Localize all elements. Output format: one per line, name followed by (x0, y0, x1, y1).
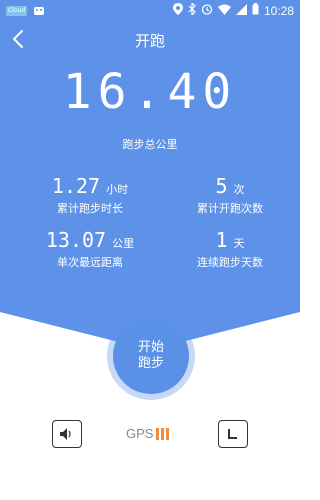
stat-cumulative-time: 1.27 小时 累计跑步时长 (30, 174, 150, 216)
signal-icon (235, 3, 247, 18)
lock-screen-button[interactable] (218, 420, 248, 448)
status-time: 10:28 (263, 3, 294, 18)
navigation-bar: 开跑 (0, 22, 300, 56)
stat-label: 单次最远距离 (57, 256, 123, 269)
stat-unit: 公里 (112, 237, 135, 250)
status-bar: Cloud 10:28 (0, 0, 300, 22)
gps-signal-icon (156, 427, 170, 440)
page-title: 开跑 (134, 33, 165, 50)
stat-label: 连续跑步天数 (197, 256, 263, 269)
status-badge: Cloud (6, 6, 28, 16)
battery-icon (252, 3, 259, 18)
stat-unit: 天 (233, 237, 245, 250)
start-button-line1: 开始 (137, 340, 164, 355)
android-icon (33, 4, 45, 19)
stat-value: 1.27 (51, 174, 101, 198)
start-running-button[interactable]: 开始 跑步 (113, 318, 189, 394)
speaker-icon (60, 428, 71, 440)
total-distance-value: 16.40 (62, 64, 238, 120)
stat-value: 1 (215, 228, 228, 252)
alarm-icon (201, 3, 213, 18)
stat-unit: 次 (233, 183, 245, 196)
stat-value: 13.07 (45, 228, 107, 252)
stat-label: 累计开跑次数 (197, 202, 263, 215)
stat-label: 累计跑步时长 (57, 202, 123, 215)
stat-cumulative-count: 5次 累计开跑次数 (170, 174, 290, 216)
start-button-line2: 跑步 (137, 356, 164, 371)
stat-consecutive-days: 1天 连续跑步天数 (170, 228, 290, 270)
bluetooth-icon (188, 1, 196, 18)
stat-longest-single: 13.07 公里 单次最远距离 (30, 228, 150, 270)
gps-status: GPS (126, 426, 170, 441)
stat-unit: 小时 (106, 183, 129, 196)
sound-button[interactable] (52, 420, 82, 448)
wifi-icon (217, 4, 231, 18)
location-icon (172, 3, 183, 18)
stat-value: 5 (215, 174, 228, 198)
bottom-toolbar: GPS (0, 418, 300, 454)
l-shape-icon (228, 429, 237, 439)
total-distance-label: 跑步总公里 (122, 138, 178, 151)
gps-label: GPS (126, 426, 154, 441)
